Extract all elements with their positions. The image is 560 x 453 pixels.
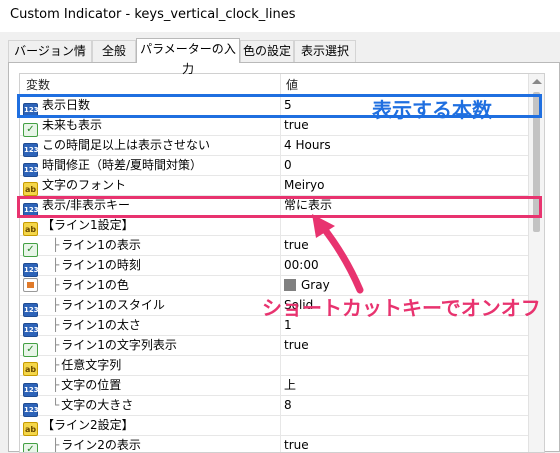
tab-parameters[interactable]: パラメーターの入力 <box>136 38 240 76</box>
annotation-arrow-icon <box>312 214 364 294</box>
annotation-hotkey-label: ショートカットキーでオンオフ <box>262 296 541 320</box>
